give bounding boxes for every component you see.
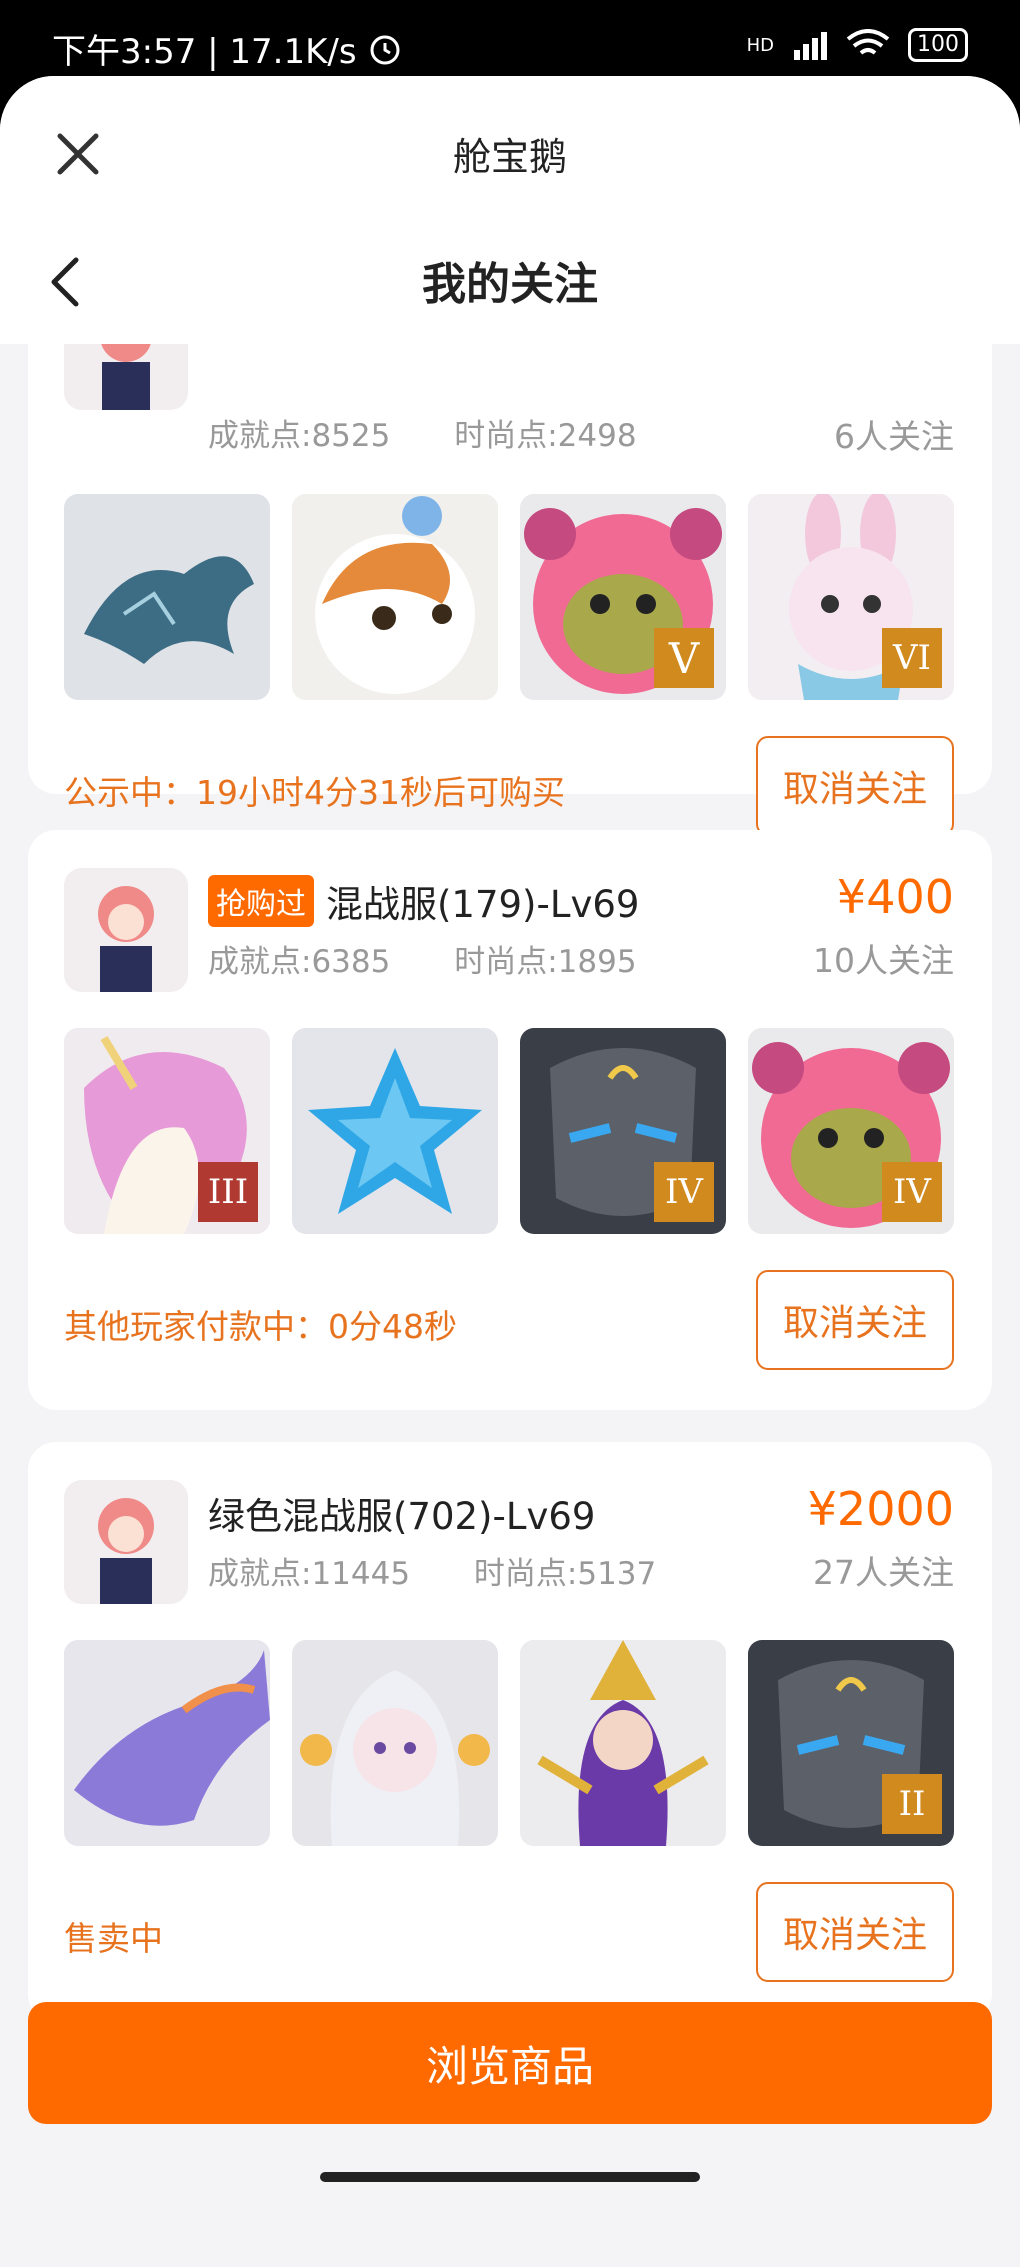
item-price: ¥2000 <box>807 1482 954 1536</box>
fashion-points: 时尚点:2498 <box>454 418 637 454</box>
flash-sale-tag: 抢购过 <box>208 875 314 927</box>
item-thumb-stone-mask[interactable]: IV <box>520 1028 726 1234</box>
character-avatar <box>64 1480 188 1604</box>
item-thumb-purple-dragon[interactable] <box>64 1640 270 1846</box>
page-title: 我的关注 <box>422 259 598 310</box>
followed-item-card: 抢购过 混战服(179)-Lv69 ¥400 成就点:6385 时尚点:1895… <box>28 830 992 1410</box>
item-thumb-blue-dragon[interactable] <box>64 494 270 700</box>
score-stats: 成就点:6385 时尚点:1895 <box>208 936 691 981</box>
listing-status: 售卖中 <box>64 1919 163 1958</box>
item-rank-badge: V <box>654 628 714 688</box>
page-header: 舱宝鹅 我的关注 <box>0 76 1020 344</box>
score-stats: 成就点:8525 时尚点:2498 <box>208 410 691 455</box>
item-thumb-calico-cat[interactable] <box>292 494 498 700</box>
item-title: 混战服(179)-Lv69 <box>326 883 640 926</box>
achievement-points: 成就点:6385 <box>208 944 391 980</box>
listing-status: 公示中：19小时4分31秒后可购买 <box>64 773 565 812</box>
item-thumb-pink-bear[interactable]: IV <box>748 1028 954 1234</box>
listing-status: 其他玩家付款中：0分48秒 <box>64 1307 457 1346</box>
unfollow-button[interactable]: 取消关注 <box>756 1270 954 1370</box>
item-thumb-pink-bear[interactable]: V <box>520 494 726 700</box>
battery-icon: 100 <box>908 28 968 62</box>
unfollow-button[interactable]: 取消关注 <box>756 1882 954 1982</box>
battery-level: 100 <box>917 32 959 57</box>
unfollow-button[interactable]: 取消关注 <box>756 736 954 836</box>
fashion-points: 时尚点:5137 <box>473 1556 657 1592</box>
wifi-icon <box>846 29 890 55</box>
signal-icon <box>794 32 827 60</box>
network-type: HD <box>746 34 774 56</box>
item-rank-badge: II <box>882 1774 942 1834</box>
app-title: 舱宝鹅 <box>452 135 567 179</box>
item-thumbnails: II <box>64 1640 954 1846</box>
item-thumbnails: III IV IV <box>64 1028 954 1234</box>
score-stats: 成就点:11445 时尚点:5137 <box>208 1548 710 1593</box>
item-title: 绿色混战服(702)-Lv69 <box>208 1495 596 1538</box>
status-bar: 下午3:57 | 17.1K/s HD 100 <box>0 0 1020 80</box>
item-thumbnails: V VI <box>64 494 954 700</box>
followed-item-card: 绿色混战服(702)-Lv69 ¥2000 成就点:11445 时尚点:5137… <box>28 1442 992 2022</box>
item-rank-badge: IV <box>882 1162 942 1222</box>
item-title-row: 绿色混战服(702)-Lv69 <box>208 1486 595 1540</box>
item-thumb-stone-mask[interactable]: II <box>748 1640 954 1846</box>
item-thumb-bunny[interactable]: VI <box>748 494 954 700</box>
item-thumb-golden-warrior[interactable] <box>520 1640 726 1846</box>
item-rank-badge: III <box>198 1162 258 1222</box>
item-thumb-blue-star-pillow[interactable] <box>292 1028 498 1234</box>
item-title-row: 抢购过 混战服(179)-Lv69 <box>208 874 639 928</box>
item-thumb-white-haired-fairy[interactable] <box>292 1640 498 1846</box>
item-price: ¥400 <box>836 870 954 924</box>
browse-products-button[interactable]: 浏览商品 <box>28 2002 992 2124</box>
item-rank-badge: VI <box>882 628 942 688</box>
follower-count: 6人关注 <box>834 417 954 456</box>
fashion-points: 时尚点:1895 <box>454 944 637 980</box>
follower-count: 27人关注 <box>813 1553 954 1592</box>
alarm-icon <box>370 35 400 64</box>
item-thumb-unicorn[interactable]: III <box>64 1028 270 1234</box>
home-indicator[interactable] <box>320 2172 700 2182</box>
character-avatar <box>64 868 188 992</box>
achievement-points: 成就点:8525 <box>208 418 391 454</box>
bottom-sheet: 舱宝鹅 我的关注 成就点:8525 时尚点:2498 6人关注 V VI 公示中… <box>0 76 1020 2267</box>
follower-count: 10人关注 <box>813 941 954 980</box>
item-rank-badge: IV <box>654 1162 714 1222</box>
achievement-points: 成就点:11445 <box>208 1556 411 1592</box>
status-time: 下午3:57 | 17.1K/s <box>52 32 357 72</box>
